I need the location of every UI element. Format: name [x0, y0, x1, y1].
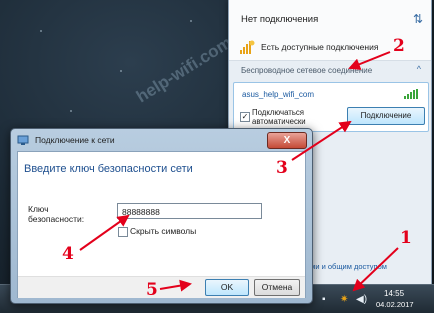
arrow-5	[159, 279, 192, 292]
annotation-5: 5	[146, 280, 158, 300]
arrow-1	[352, 247, 399, 292]
annotation-4: 4	[62, 244, 74, 264]
annotation-2: 2	[393, 36, 405, 56]
annotation-3: 3	[276, 158, 288, 178]
arrow-2	[348, 51, 391, 70]
arrow-3	[291, 120, 352, 161]
arrow-4	[79, 214, 130, 251]
annotation-1: 1	[400, 228, 412, 248]
annotation-arrows	[79, 51, 399, 292]
